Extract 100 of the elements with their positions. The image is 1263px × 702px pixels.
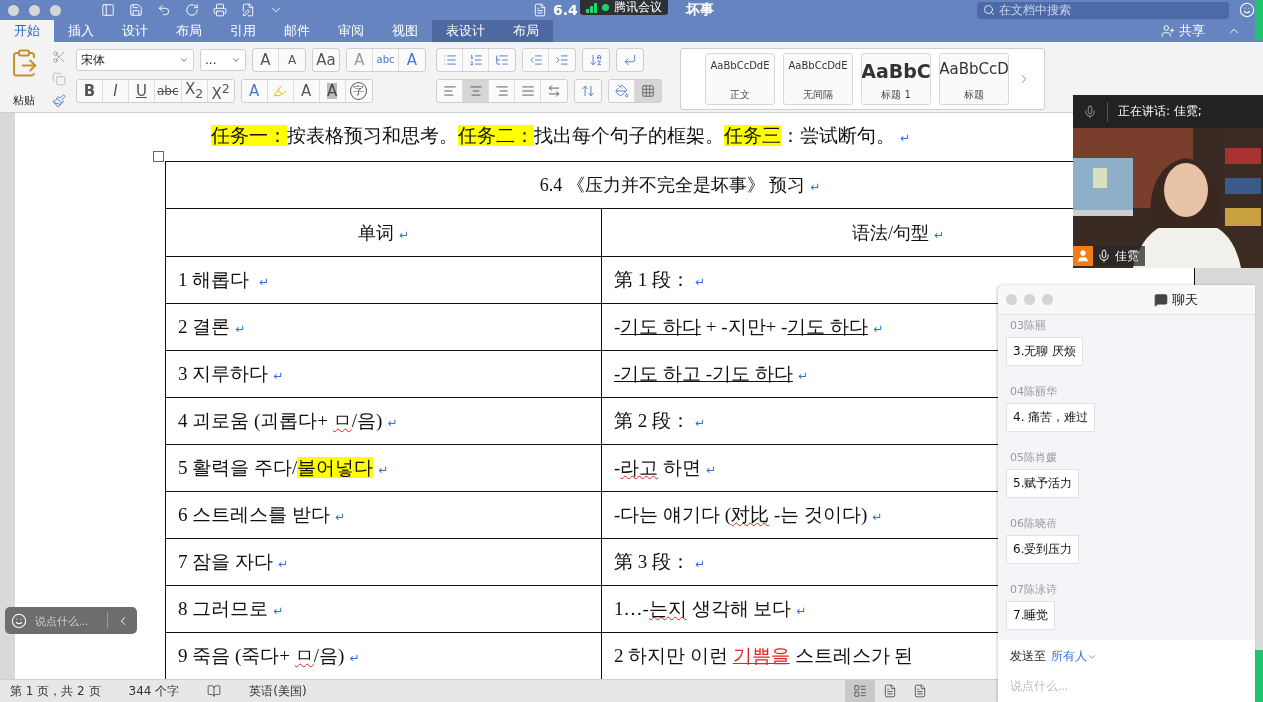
shrink-button[interactable]: A <box>279 49 305 71</box>
edit-document-icon <box>241 3 255 17</box>
table-cell-text: 8 그러므로 ↵ <box>178 597 284 621</box>
font-name-field[interactable]: 宋体 <box>76 49 194 71</box>
message-bubble: 3.无聊 厌烦 <box>1006 337 1084 366</box>
table-cell-text: -라고 하면 ↵ <box>614 456 717 480</box>
table-cell-text: -다는 얘기다 (对比 -는 것이다) ↵ <box>614 503 883 527</box>
table-cell-text: 3 지루하다 ↵ <box>178 362 284 386</box>
return-arrow-icon <box>623 53 637 67</box>
message-bubble: 7.睡觉 <box>1006 601 1056 630</box>
table-cell-text: 1…-는지 생각해 보다 ↵ <box>614 597 807 621</box>
recipient-dropdown[interactable]: 所有人 <box>1051 648 1097 665</box>
style-card[interactable]: AaBbCcDdE 正文 <box>705 53 775 105</box>
window-title: 6.4 <box>553 2 578 18</box>
proofing-icon <box>207 684 222 698</box>
font-size-field[interactable]: ... <box>200 49 246 71</box>
style-card[interactable]: AaBbC 标题 1 <box>861 53 931 105</box>
add-person-icon <box>1161 24 1175 38</box>
align-button[interactable] <box>463 80 489 102</box>
document-icon <box>533 3 547 17</box>
window-zoom-button[interactable] <box>50 4 61 16</box>
meeting-badge[interactable]: 腾讯会议 <box>580 0 668 15</box>
indent-icon <box>555 53 569 67</box>
style-card[interactable]: AaBbCcD 标题 <box>939 53 1009 105</box>
italic-button[interactable]: I <box>103 80 129 102</box>
ribbon-tab[interactable]: 邮件 <box>270 20 324 42</box>
message-input[interactable]: 说点什么... <box>1010 679 1230 693</box>
borders-icon <box>641 84 655 98</box>
page-count: 第 1 页，共 2 页 <box>10 682 101 700</box>
bullet-list-icon <box>442 53 457 67</box>
search-field[interactable]: 在文档中搜索 <box>977 1 1229 19</box>
ribbon-tab[interactable]: 视图 <box>378 20 432 42</box>
outdent-icon <box>528 53 543 67</box>
ribbon-tab[interactable]: 布局 <box>499 20 553 42</box>
align-icon <box>494 84 509 98</box>
column-header: 语法/句型 ↵ <box>851 221 945 245</box>
strike-button[interactable]: abc <box>155 80 182 102</box>
ribbon-tab[interactable]: 布局 <box>162 20 216 42</box>
sidebar-icon <box>101 3 115 17</box>
microphone-icon <box>1097 249 1111 263</box>
copy-icon <box>52 72 66 86</box>
share-button[interactable]: 共享 <box>1161 22 1205 40</box>
search-icon <box>983 4 995 16</box>
ribbon-tab[interactable]: 插入 <box>54 20 108 42</box>
case-button[interactable]: Aa <box>313 49 339 71</box>
table-cell-text: 9 죽음 (죽다+ ㅁ/음) ↵ <box>178 644 360 668</box>
message-sender: 05陈肖媛 <box>1010 451 1058 465</box>
sub-button[interactable]: X$_{2}$ <box>181 80 208 102</box>
ribbon-tab[interactable]: 引用 <box>216 20 270 42</box>
align-icon <box>468 84 483 98</box>
color-button[interactable]: A <box>293 80 320 102</box>
window-minimize-button[interactable] <box>29 4 40 16</box>
message-sender: 06陈晓蓓 <box>1010 517 1058 531</box>
table-cell-text: 2 결론 ↵ <box>178 315 246 339</box>
sort-icon <box>589 53 603 67</box>
message-bubble: 4. 痛苦，难过 <box>1006 403 1096 432</box>
window-button[interactable] <box>1024 294 1035 305</box>
window-button[interactable] <box>1006 294 1017 305</box>
align-icon <box>520 84 535 98</box>
ribbon-tab[interactable]: 表设计 <box>432 20 499 42</box>
sup-button[interactable]: X$^{2}$ <box>207 80 234 102</box>
paste-button[interactable]: 粘贴 <box>0 48 48 108</box>
view-button[interactable] <box>844 680 875 702</box>
edge-bar <box>1255 650 1263 702</box>
ribbon-tab[interactable]: 审阅 <box>324 20 378 42</box>
message-sender: 07陈泳诗 <box>1010 583 1058 597</box>
format-painter-icon <box>52 94 66 108</box>
cut-icon <box>52 50 66 64</box>
outline-list-icon <box>495 53 509 67</box>
table-move-handle[interactable] <box>153 151 164 162</box>
underline-button[interactable]: U <box>129 80 155 102</box>
ribbon-tab[interactable]: 开始 <box>0 20 54 42</box>
window-button[interactable] <box>1042 294 1053 305</box>
view-icon <box>882 684 897 698</box>
borders-button[interactable] <box>635 80 661 102</box>
border-button[interactable]: A <box>399 49 425 71</box>
print-icon <box>213 3 227 17</box>
style-card[interactable]: AaBbCcDdE 无间隔 <box>783 53 853 105</box>
dropdown-caret-icon <box>231 55 241 65</box>
ribbon-tab[interactable]: 设计 <box>108 20 162 42</box>
effect-button[interactable]: A <box>241 80 268 102</box>
numbered-list-icon <box>468 53 483 67</box>
undo-icon <box>157 3 171 17</box>
table-cell-text: 第 2 段： ↵ <box>614 409 706 433</box>
microphone-icon <box>1083 104 1097 119</box>
message-bubble: 5.赋予活力 <box>1006 469 1080 498</box>
paint-bucket-icon <box>614 84 629 98</box>
person-icon <box>1076 249 1090 263</box>
table-cell-text: 1 해롭다 ↵ <box>178 268 270 292</box>
shading-button[interactable]: A <box>319 80 346 102</box>
grow-button[interactable]: A <box>253 49 279 71</box>
speaking-label: 正在讲话: 佳霓; <box>1118 103 1202 120</box>
status-dot <box>602 4 609 11</box>
window-close-button[interactable] <box>8 4 19 16</box>
table-cell-text: 4 괴로움 (괴롭다+ ㅁ/음) ↵ <box>178 409 398 433</box>
chat-input[interactable]: 说点什么... <box>35 614 99 627</box>
bold-button[interactable]: B <box>77 80 103 102</box>
phonetic-button[interactable]: abc <box>373 49 399 71</box>
view-icon <box>912 684 927 698</box>
table-cell-text: 6 스트레스를 받다 ↵ <box>178 503 346 527</box>
